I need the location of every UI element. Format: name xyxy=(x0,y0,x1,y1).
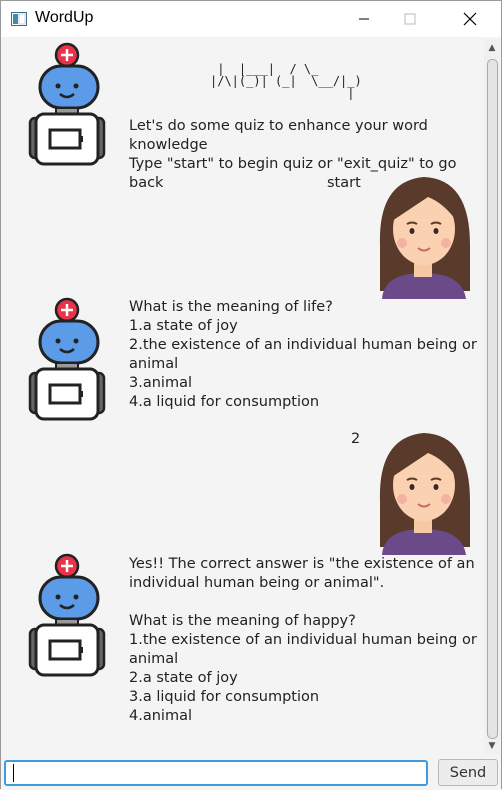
text-caret xyxy=(13,764,14,782)
scroll-up-icon[interactable]: ▲ xyxy=(487,43,497,53)
robot-icon xyxy=(26,553,110,677)
close-icon xyxy=(463,12,477,26)
robot-icon xyxy=(26,297,110,421)
ascii-banner: | |___| / \_ |/\|(_)| (_| \__/|_) | xyxy=(210,62,362,100)
scroll-down-icon[interactable]: ▼ xyxy=(487,741,497,751)
window-title: WordUp xyxy=(35,9,94,26)
chat-area[interactable]: | |___| / \_ |/\|(_)| (_| \__/|_) | Let'… xyxy=(2,37,484,754)
woman-avatar-icon xyxy=(374,429,472,555)
input-bar: Send xyxy=(1,754,501,790)
send-button[interactable]: Send xyxy=(438,759,498,786)
woman-avatar-icon xyxy=(374,173,472,299)
close-button[interactable] xyxy=(447,1,493,37)
user-message-text: start xyxy=(327,175,361,191)
maximize-button[interactable] xyxy=(387,1,433,37)
maximize-icon xyxy=(404,13,416,25)
robot-icon xyxy=(26,42,110,166)
scrollbar-thumb[interactable] xyxy=(487,59,498,739)
message-input[interactable] xyxy=(4,760,428,786)
minimize-button[interactable] xyxy=(341,1,387,37)
window-app-icon xyxy=(11,12,27,26)
bot-message-text: Yes!! The correct answer is "the existen… xyxy=(129,556,477,724)
title-bar[interactable]: WordUp xyxy=(1,1,501,37)
app-window: WordUp | |___| / \_ |/\|(_)| (_| \__/|_)… xyxy=(0,0,502,790)
minimize-icon xyxy=(359,18,369,20)
bot-message-text: What is the meaning of life? 1.a state o… xyxy=(129,299,477,410)
user-message-text: 2 xyxy=(351,431,361,447)
vertical-scrollbar[interactable]: ▲ ▼ xyxy=(484,39,500,754)
